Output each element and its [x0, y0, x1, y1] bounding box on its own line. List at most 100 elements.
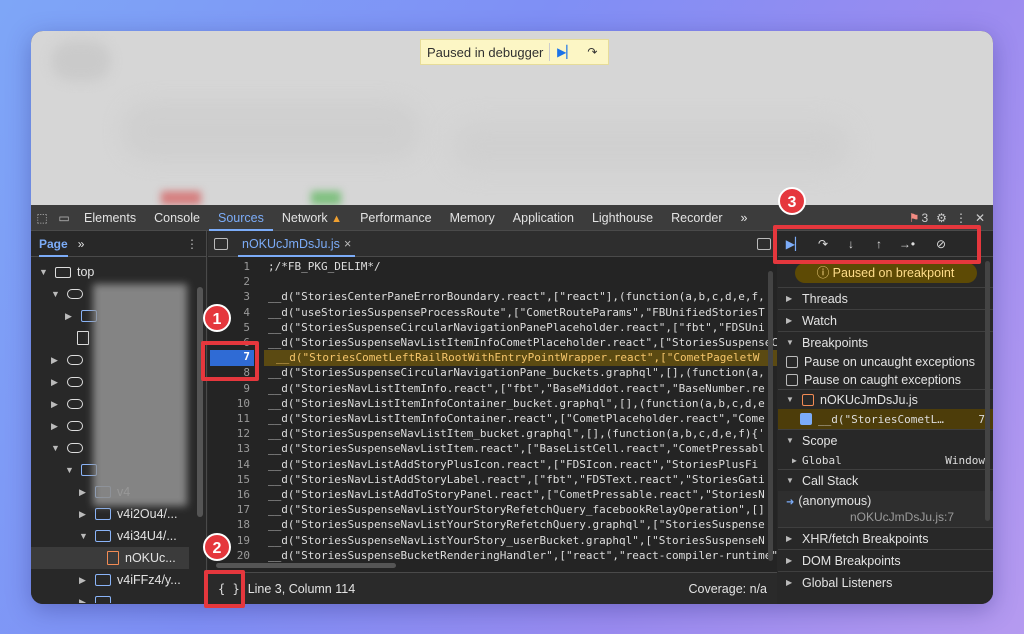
device-toolbar-icon[interactable]: ▭: [53, 205, 75, 231]
close-icon[interactable]: ✕: [975, 211, 985, 225]
error-icon: ⚑: [908, 210, 920, 225]
tree-item[interactable]: ▼: [51, 283, 83, 305]
cloud-icon: [67, 377, 83, 387]
xhr-breakpoints-section[interactable]: ▶ XHR/fetch Breakpoints: [778, 527, 993, 549]
cloud-icon: [67, 421, 83, 431]
tree-item-folder[interactable]: ▶ v4iFFz4/y...: [79, 569, 181, 591]
tree-item[interactable]: ▶: [51, 349, 83, 371]
code-line: __d("StoriesCenterPaneErrorBoundary.reac…: [268, 290, 765, 304]
folder-icon: [95, 530, 111, 542]
expand-arrow-icon: ▶: [79, 486, 86, 497]
tree-item-folder[interactable]: ▼ v4i34U4/...: [79, 525, 177, 547]
expand-arrow-icon: ▶: [792, 455, 797, 465]
global-listeners-section[interactable]: ▶ Global Listeners: [778, 571, 993, 593]
scrollbar[interactable]: [197, 287, 203, 517]
line-number[interactable]: 15: [208, 473, 250, 486]
pause-uncaught-checkbox[interactable]: Pause on uncaught exceptions: [778, 353, 993, 371]
tab-memory[interactable]: Memory: [441, 205, 504, 231]
expand-arrow-icon: ▶: [786, 556, 793, 565]
section-label: XHR/fetch Breakpoints: [802, 531, 929, 546]
step-over-icon[interactable]: ↷: [582, 42, 602, 62]
expand-arrow-icon: ▶: [51, 398, 58, 409]
file-tab[interactable]: nOKUcJmDsJu.js ×: [238, 231, 356, 257]
expand-arrow-icon: ▶: [79, 508, 86, 519]
tree-item[interactable]: ▶: [51, 393, 83, 415]
settings-gear-icon[interactable]: ⚙: [936, 211, 947, 225]
expand-arrow-icon: ▼: [79, 531, 88, 541]
tree-item[interactable]: ▶: [51, 415, 83, 437]
current-frame-arrow-icon: ➜: [786, 497, 795, 508]
browser-window: Paused in debugger ▶▏ ↷ ⬚ ▭ Elements Con…: [31, 31, 993, 604]
tab-recorder[interactable]: Recorder: [662, 205, 731, 231]
toggle-debugger-icon[interactable]: [757, 237, 771, 250]
line-number[interactable]: 10: [208, 397, 250, 410]
pause-caught-checkbox[interactable]: Pause on caught exceptions: [778, 371, 993, 389]
tree-item-file-selected[interactable]: nOKUc...: [31, 547, 189, 569]
more-options-icon[interactable]: ⋮: [955, 211, 967, 225]
call-stack-section[interactable]: ▼ Call Stack: [778, 469, 993, 491]
navigator-panel: Page » ⋮ ▼top ▼ ▶ ▶ ▶ ▶ ▶ ▼ ▼ ▶v4 ▶v4i2O…: [31, 231, 207, 604]
tab-sources[interactable]: Sources: [208, 205, 273, 231]
highlight-box-pretty-print: [204, 570, 245, 608]
blurred-content: [51, 41, 111, 81]
line-number[interactable]: 2: [208, 275, 250, 288]
line-number[interactable]: 3: [208, 290, 250, 303]
breakpoint-entry[interactable]: __d("StoriesCometL… 7: [778, 409, 993, 429]
inspect-element-icon[interactable]: ⬚: [31, 205, 53, 231]
tab-performance[interactable]: Performance: [351, 205, 441, 231]
checkbox[interactable]: [786, 356, 798, 368]
frame-icon: [55, 266, 71, 278]
tree-item-top[interactable]: ▼ top: [39, 261, 94, 283]
horizontal-scrollbar[interactable]: [216, 563, 396, 568]
scrollbar[interactable]: [768, 271, 773, 561]
breakpoints-section[interactable]: ▼ Breakpoints: [778, 331, 993, 353]
more-tabs-button[interactable]: »: [732, 205, 757, 231]
line-number[interactable]: 13: [208, 442, 250, 455]
line-number[interactable]: 16: [208, 488, 250, 501]
breakpoint-file-group[interactable]: ▼ nOKUcJmDsJu.js: [778, 389, 993, 409]
expand-arrow-icon: ▼: [39, 267, 48, 277]
threads-section[interactable]: ▶ Threads: [778, 287, 993, 309]
blurred-content: [451, 121, 851, 171]
line-number[interactable]: 14: [208, 458, 250, 471]
more-options-icon[interactable]: ⋮: [186, 237, 198, 251]
line-number[interactable]: 1: [208, 260, 250, 273]
dom-breakpoints-section[interactable]: ▶ DOM Breakpoints: [778, 549, 993, 571]
tab-elements[interactable]: Elements: [75, 205, 145, 231]
close-tab-icon[interactable]: ×: [344, 237, 351, 251]
watch-section[interactable]: ▶ Watch: [778, 309, 993, 331]
error-badge[interactable]: ⚑ 3: [909, 211, 928, 225]
tree-item[interactable]: ▶: [51, 371, 83, 393]
scrollbar[interactable]: [985, 261, 990, 521]
section-label: Threads: [802, 291, 848, 306]
tab-lighthouse[interactable]: Lighthouse: [583, 205, 662, 231]
resume-icon[interactable]: ▶▏: [556, 42, 576, 62]
tab-network[interactable]: Network ▲: [273, 205, 351, 231]
tab-page[interactable]: Page: [39, 231, 68, 257]
checkbox[interactable]: [786, 374, 798, 386]
line-number[interactable]: 18: [208, 518, 250, 531]
tree-item[interactable]: ▼: [51, 437, 83, 459]
tree-item-folder[interactable]: ▶: [79, 591, 111, 603]
line-number[interactable]: 9: [208, 382, 250, 395]
folder-icon: [95, 596, 111, 603]
toggle-navigator-icon[interactable]: [214, 237, 228, 250]
divider: [549, 43, 551, 61]
tree-item-folder[interactable]: ▶ v4i2Ou4/...: [79, 503, 177, 525]
highlight-box-debugger-controls: [773, 225, 981, 264]
line-number[interactable]: 17: [208, 503, 250, 516]
call-stack-frame[interactable]: ➜ (anonymous) nOKUcJmDsJu.js:7: [778, 491, 993, 527]
line-number[interactable]: 11: [208, 412, 250, 425]
line-number[interactable]: 12: [208, 427, 250, 440]
breakpoint-checkbox[interactable]: [800, 413, 812, 425]
frame-location[interactable]: nOKUcJmDsJu.js:7: [786, 510, 993, 524]
editor-header: nOKUcJmDsJu.js ×: [208, 231, 777, 257]
scope-global-row[interactable]: ▶ Global Window: [778, 451, 993, 469]
tab-application[interactable]: Application: [504, 205, 583, 231]
tree-label: nOKUc...: [125, 551, 176, 565]
more-navigator-tabs[interactable]: »: [78, 237, 85, 251]
tree-item[interactable]: [77, 327, 89, 349]
tab-console[interactable]: Console: [145, 205, 209, 231]
scope-section[interactable]: ▼ Scope: [778, 429, 993, 451]
code-view[interactable]: 7 1 ;/*FB_PKG_DELIM*/2 3 __d("StoriesCenter…: [208, 258, 777, 570]
